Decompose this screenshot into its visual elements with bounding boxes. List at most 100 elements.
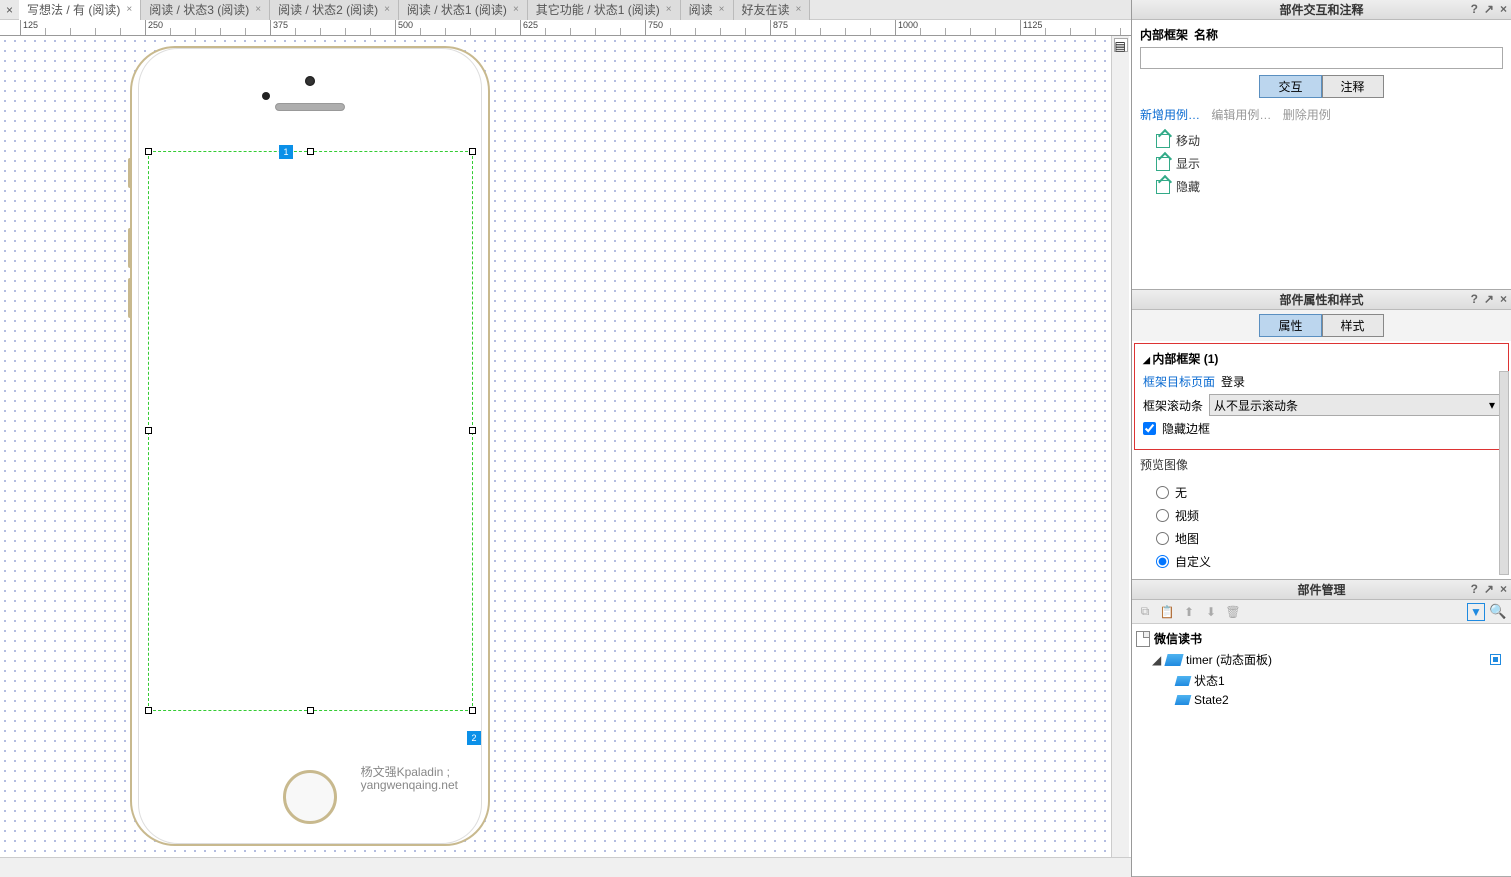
name-field-label: 名称: [1194, 26, 1218, 43]
tab-close-icon[interactable]: ×: [666, 4, 672, 15]
resize-handle[interactable]: [145, 427, 152, 434]
vertical-scrollbar[interactable]: ▤: [1111, 36, 1129, 857]
resize-handle[interactable]: [145, 148, 152, 155]
tb-copy-icon[interactable]: ⧉: [1136, 603, 1154, 621]
add-case-link[interactable]: 新增用例…: [1140, 108, 1200, 122]
tb-search-icon[interactable]: 🔍: [1489, 603, 1507, 621]
tab-close-icon[interactable]: ×: [719, 4, 725, 15]
doc-tab[interactable]: 阅读 / 状态3 (阅读)×: [141, 0, 270, 20]
footnote-badge[interactable]: 1: [279, 145, 293, 159]
visibility-toggle[interactable]: [1490, 654, 1501, 665]
panel-popout-icon[interactable]: ↗: [1484, 2, 1494, 16]
preview-radio-custom[interactable]: [1156, 555, 1169, 568]
panel-header-outline: 部件管理 ? ↗ ×: [1132, 580, 1511, 600]
doc-tab[interactable]: 阅读 / 状态1 (阅读)×: [399, 0, 528, 20]
property-group-title[interactable]: 内部框架 (1): [1143, 350, 1500, 367]
action-arrow-icon: [1156, 180, 1170, 194]
resize-handle[interactable]: [307, 148, 314, 155]
frame-scroll-select[interactable]: 从不显示滚动条▾: [1209, 394, 1500, 416]
preview-radio-map[interactable]: [1156, 532, 1169, 545]
dynamic-panel-icon: [1164, 654, 1183, 666]
panel-close-icon[interactable]: ×: [1500, 582, 1507, 596]
tab-close-icon[interactable]: ×: [126, 4, 132, 15]
tree-page-node[interactable]: 微信读书: [1136, 628, 1507, 649]
frame-target-value: 登录: [1221, 373, 1245, 390]
selected-inline-frame[interactable]: 1: [148, 151, 473, 711]
scroll-options-icon[interactable]: ▤: [1114, 38, 1128, 52]
resize-handle[interactable]: [469, 707, 476, 714]
delete-case-link: 删除用例: [1283, 108, 1331, 122]
tree-state-node[interactable]: 状态1: [1136, 670, 1507, 691]
widget-name-input[interactable]: [1140, 47, 1503, 69]
resize-handle[interactable]: [469, 427, 476, 434]
panel-help-icon[interactable]: ?: [1471, 2, 1478, 16]
tb-delete-icon[interactable]: 🗑: [1224, 603, 1242, 621]
tree-state-node[interactable]: State2: [1136, 691, 1507, 709]
hide-border-label: 隐藏边框: [1162, 420, 1210, 437]
hide-border-checkbox[interactable]: [1143, 422, 1156, 435]
design-canvas[interactable]: 杨文强Kpaladin ; yangwenqaing.net 1 2: [0, 36, 1131, 857]
page-icon: [1136, 631, 1150, 647]
resize-handle[interactable]: [307, 707, 314, 714]
tb-filter-icon[interactable]: ▼: [1467, 603, 1485, 621]
iphone-volume-up: [128, 228, 132, 268]
doc-tab[interactable]: 好友在读×: [734, 0, 811, 20]
tab-close-icon[interactable]: ×: [513, 4, 519, 15]
tab-notes[interactable]: 注释: [1322, 75, 1384, 98]
doc-tab[interactable]: 写想法 / 有 (阅读)×: [19, 0, 141, 20]
tb-move-up-icon[interactable]: ⬆: [1180, 603, 1198, 621]
panel-state-icon: [1175, 695, 1192, 705]
panel-state-icon: [1175, 676, 1192, 686]
panel-help-icon[interactable]: ?: [1471, 582, 1478, 596]
outline-toolbar: ⧉ 📋 ⬆ ⬇ 🗑 ▼ 🔍: [1132, 600, 1511, 624]
panel-popout-icon[interactable]: ↗: [1484, 292, 1494, 306]
interaction-item[interactable]: 显示: [1156, 152, 1503, 175]
home-button-icon: [283, 770, 337, 824]
frame-target-label[interactable]: 框架目标页面: [1143, 373, 1215, 390]
action-arrow-icon: [1156, 157, 1170, 171]
tab-style[interactable]: 样式: [1322, 314, 1384, 337]
preview-radio-none[interactable]: [1156, 486, 1169, 499]
panel-header-properties: 部件属性和样式 ? ↗ ×: [1132, 290, 1511, 310]
watermark-text: 杨文强Kpaladin ; yangwenqaing.net: [361, 766, 458, 792]
iphone-mute-switch: [128, 158, 132, 188]
doc-tab[interactable]: 其它功能 / 状态1 (阅读)×: [528, 0, 681, 20]
panel-close-icon[interactable]: ×: [1500, 2, 1507, 16]
close-tab-x[interactable]: ×: [0, 3, 19, 17]
tb-paste-icon[interactable]: 📋: [1158, 603, 1176, 621]
action-arrow-icon: [1156, 134, 1170, 148]
doc-tab[interactable]: 阅读 / 状态2 (阅读)×: [270, 0, 399, 20]
property-highlight-box: 内部框架 (1) 框架目标页面 登录 框架滚动条 从不显示滚动条▾ 隐藏边框: [1134, 343, 1509, 450]
horizontal-scrollbar[interactable]: [0, 857, 1131, 877]
tab-properties[interactable]: 属性: [1259, 314, 1321, 337]
preview-radio-video[interactable]: [1156, 509, 1169, 522]
panel-popout-icon[interactable]: ↗: [1484, 582, 1494, 596]
edit-case-link: 编辑用例…: [1211, 108, 1271, 122]
footnote-badge[interactable]: 2: [467, 731, 481, 745]
tab-close-icon[interactable]: ×: [255, 4, 261, 15]
widget-type-label: 内部框架: [1140, 26, 1188, 43]
doc-tab[interactable]: 阅读×: [681, 0, 734, 20]
tab-close-icon[interactable]: ×: [796, 4, 802, 15]
resize-handle[interactable]: [145, 707, 152, 714]
chevron-down-icon: ▾: [1489, 398, 1495, 412]
iphone-volume-down: [128, 278, 132, 318]
tree-dynamic-panel-node[interactable]: ◢ timer (动态面板): [1136, 649, 1507, 670]
panel-help-icon[interactable]: ?: [1471, 292, 1478, 306]
tb-move-down-icon[interactable]: ⬇: [1202, 603, 1220, 621]
tab-interactions[interactable]: 交互: [1259, 75, 1321, 98]
front-camera-icon: [305, 76, 315, 86]
horizontal-ruler: 12525037550062575087510001125: [0, 20, 1131, 36]
resize-handle[interactable]: [469, 148, 476, 155]
interaction-item[interactable]: 隐藏: [1156, 175, 1503, 198]
panel-header-interactions: 部件交互和注释 ? ↗ ×: [1132, 0, 1511, 20]
earpiece-speaker-icon: [275, 103, 345, 111]
frame-scroll-label: 框架滚动条: [1143, 397, 1203, 414]
inspector-panels: 部件交互和注释 ? ↗ × 内部框架 名称 交互 注释 新增用例… 编辑用例… …: [1131, 0, 1511, 877]
panel-scrollbar[interactable]: [1499, 371, 1509, 575]
tab-close-icon[interactable]: ×: [384, 4, 390, 15]
panel-close-icon[interactable]: ×: [1500, 292, 1507, 306]
interaction-item[interactable]: 移动: [1156, 129, 1503, 152]
expander-icon[interactable]: ◢: [1152, 653, 1162, 667]
proximity-sensor-icon: [262, 92, 270, 100]
